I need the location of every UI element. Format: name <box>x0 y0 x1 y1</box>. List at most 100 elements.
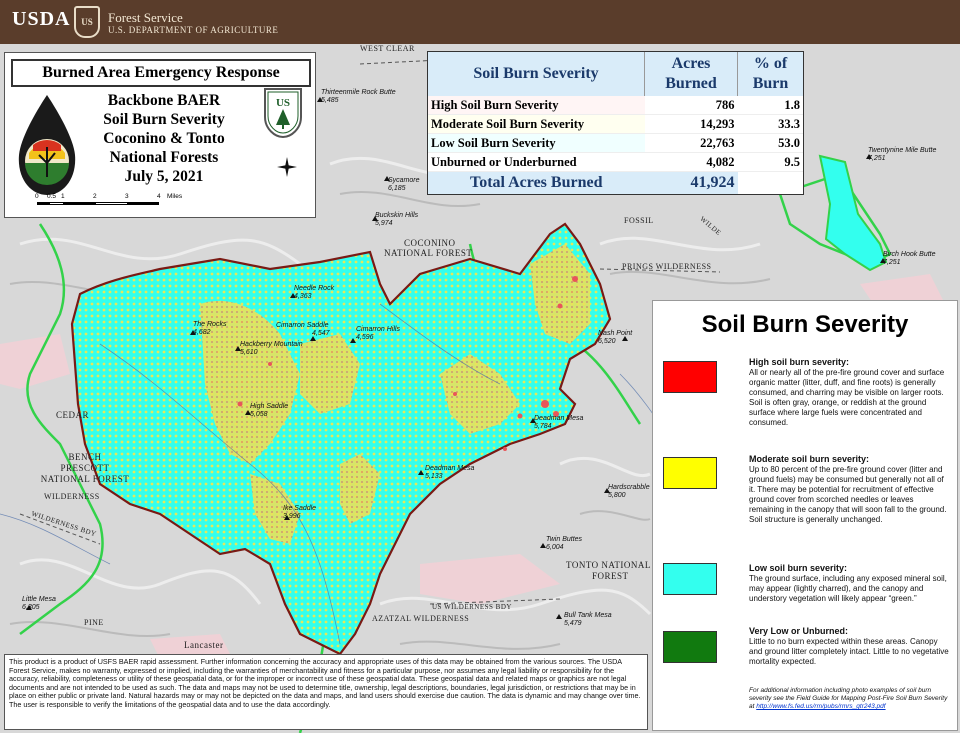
severity-acreage-table: Soil Burn Severity Acres Burned % of Bur… <box>427 51 804 195</box>
legend-item-unburned: Very Low or Unburned: Little to no burn … <box>749 626 949 667</box>
row-percent: 1.8 <box>737 96 803 115</box>
scale-segment <box>37 202 49 205</box>
fossil-label: FOSSIL <box>624 216 654 225</box>
table-row: Unburned or Underburned 4,082 9.5 <box>428 152 803 172</box>
legend-heading: Very Low or Unburned: <box>749 626 849 636</box>
disclaimer: This product is a product of USFS BAER r… <box>4 654 648 730</box>
scale-label: 0.5 <box>47 193 57 200</box>
department-name: U.S. DEPARTMENT OF AGRICULTURE <box>108 25 279 35</box>
table-header-percent: % of Burn <box>737 52 803 96</box>
row-acres: 4,082 <box>644 152 738 172</box>
table-row: High Soil Burn Severity 786 1.8 <box>428 96 803 115</box>
peak-label: Bull Tank Mesa 5,479 <box>564 612 612 627</box>
baer-logo-icon <box>18 95 76 195</box>
total-empty <box>737 171 803 194</box>
coconino-forest-label: COCONINO NATIONAL FOREST <box>384 238 473 258</box>
legend-description: The ground surface, including any expose… <box>749 574 947 603</box>
peak-label: Cimarron Hills 4,596 <box>356 326 400 341</box>
title-line: Backbone BAER <box>107 92 221 109</box>
scale-segment <box>95 202 129 205</box>
scale-unit: Miles <box>167 193 183 200</box>
mazatzal-wilderness-label: AZATZAL WILDERNESS <box>372 614 470 623</box>
mazatzal-boundary-label: US WILDERNESS BDY <box>432 603 512 611</box>
row-label: Unburned or Underburned <box>428 152 645 172</box>
table-row: Moderate Soil Burn Severity 14,293 33.3 <box>428 114 803 134</box>
legend-heading: Low soil burn severity: <box>749 563 848 573</box>
legend-title: Soil Burn Severity <box>701 311 909 338</box>
total-label: Total Acres Burned <box>428 171 645 194</box>
peak-label: Deadman Mesa 5,133 <box>425 465 475 480</box>
title-line: National Forests <box>109 149 219 166</box>
row-acres: 14,293 <box>644 114 738 134</box>
table-header-severity: Soil Burn Severity <box>428 52 645 96</box>
scale-segment <box>127 202 159 205</box>
program-title: Burned Area Emergency Response <box>11 59 311 87</box>
peak-label: Hackberry Mountain 5,610 <box>240 341 303 356</box>
scale-label: 0 <box>35 193 39 200</box>
pine-label: PINE <box>84 618 104 627</box>
peak-label: Twin Buttes 6,004 <box>546 536 583 551</box>
field-guide-link[interactable]: http://www.fs.fed.us/rm/pubs/rmrs_gtr243… <box>756 703 885 710</box>
springs-wilderness-label: PRINGS WILDERNESS <box>622 262 712 271</box>
legend-description: Little to no burn expected within these … <box>749 637 949 666</box>
map-date: July 5, 2021 <box>124 168 204 185</box>
forest-service-shield-icon: US <box>74 6 100 38</box>
forest-service-name: Forest Service <box>108 10 183 25</box>
legend-item-high: High soil burn severity: All or nearly a… <box>749 357 949 428</box>
row-label: Moderate Soil Burn Severity <box>428 114 645 134</box>
table-header-acres: Acres Burned <box>644 52 738 96</box>
legend-heading: Moderate soil burn severity: <box>749 454 870 464</box>
table-row: Low Soil Burn Severity 22,763 53.0 <box>428 133 803 153</box>
wilderness-left-label: WILDERNESS <box>44 492 100 501</box>
peak-label: The Rocks 4,682 <box>193 321 227 336</box>
legend-heading: High soil burn severity: <box>749 357 850 367</box>
severity-legend: Soil Burn Severity High soil burn severi… <box>652 300 958 731</box>
peak-label: Birch Hook Butte 7,251 <box>883 251 936 266</box>
row-percent: 33.3 <box>737 114 803 134</box>
row-acres: 786 <box>644 96 738 115</box>
peak-label: Thirteenmile Rock Butte 5,485 <box>321 89 396 104</box>
legend-swatch-high <box>663 361 717 393</box>
cedar-label: CEDAR <box>56 410 90 420</box>
row-percent: 53.0 <box>737 133 803 153</box>
peak-label: Twentynine Mile Butte 7,251 <box>868 147 937 162</box>
usda-logo: USDA <box>12 8 71 30</box>
peak-label: Buckskin Hills 5,974 <box>375 212 419 227</box>
row-percent: 9.5 <box>737 152 803 172</box>
row-acres: 22,763 <box>644 133 738 153</box>
peak-label: Nash Point 6,520 <box>598 330 633 345</box>
peak-label: Hardscrabble 5,800 <box>608 484 650 499</box>
legend-swatch-low <box>663 563 717 595</box>
prescott-forest-label: BENCH PRESCOTT NATIONAL FOREST <box>40 452 130 484</box>
scale-label: 2 <box>93 193 97 200</box>
peak-marker-icon <box>556 614 562 619</box>
peak-label: Sycamore 6,185 <box>388 177 420 192</box>
legend-swatch-unburned <box>663 631 717 663</box>
peak-marker-icon <box>418 470 424 475</box>
scale-segment <box>63 202 95 205</box>
scale-label: 3 <box>125 193 129 200</box>
legend-description: All or nearly all of the pre-fire ground… <box>749 368 945 427</box>
title-line: Soil Burn Severity <box>103 111 225 128</box>
legend-item-low: Low soil burn severity: The ground surfa… <box>749 563 949 604</box>
title-line: Coconino & Tonto <box>103 130 225 147</box>
peak-label: Needle Rock 4,363 <box>294 285 335 300</box>
legend-item-moderate: Moderate soil burn severity: Up to 80 pe… <box>749 454 949 525</box>
row-label: Low Soil Burn Severity <box>428 133 645 153</box>
scale-label: 1 <box>61 193 65 200</box>
map-title: Backbone BAER Soil Burn Severity Coconin… <box>89 91 239 186</box>
forest-service-logo-icon: US <box>264 88 302 139</box>
legend-swatch-moderate <box>663 457 717 489</box>
north-arrow-icon <box>277 157 297 177</box>
lancaster-label: Lancaster <box>184 640 224 650</box>
tonto-forest-label: TONTO NATIONAL FOREST <box>566 560 651 581</box>
peak-label: High Saddle 5,058 <box>250 403 289 418</box>
agency-banner: USDA US Forest Service U.S. DEPARTMENT O… <box>0 0 960 44</box>
legend-description: Up to 80 percent of the pre-fire ground … <box>749 465 947 524</box>
peak-label: Cimarron Saddle 4,547 <box>276 322 330 337</box>
peak-label: Little Mesa 6,305 <box>22 596 56 611</box>
svg-text:US: US <box>276 97 290 109</box>
scale-label: 4 <box>157 193 161 200</box>
peak-label: Ike Saddle 3,996 <box>283 505 317 520</box>
table-total-row: Total Acres Burned 41,924 <box>428 171 803 194</box>
